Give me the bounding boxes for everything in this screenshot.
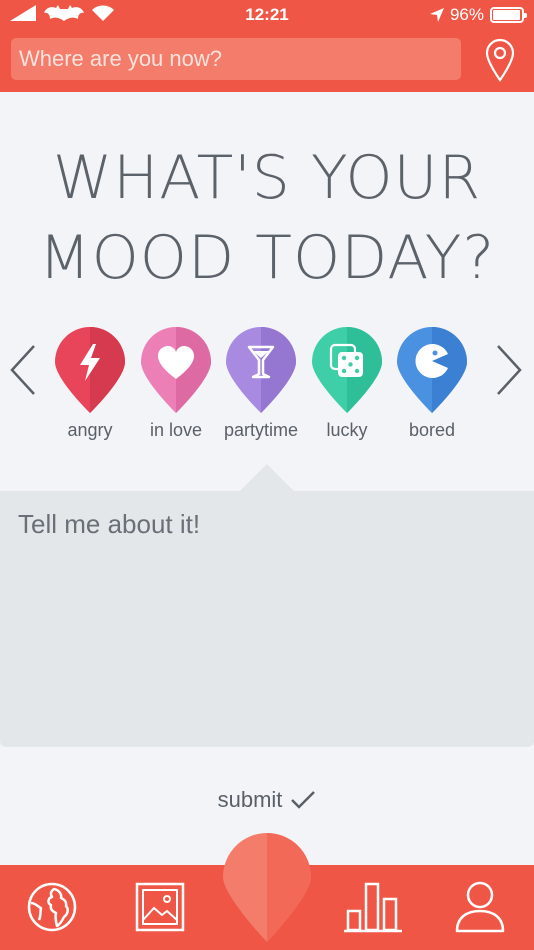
- status-right: 96%: [429, 5, 527, 25]
- mood-pin: [312, 327, 382, 413]
- mood-label: angry: [67, 420, 113, 440]
- mood-lucky[interactable]: lucky: [302, 327, 392, 447]
- next-moods-button[interactable]: [492, 340, 526, 400]
- mood-partytime[interactable]: partytime: [216, 327, 306, 447]
- textarea-pointer: [239, 464, 295, 492]
- mood-label: lucky: [326, 420, 368, 440]
- globe-icon: [27, 882, 77, 932]
- map-pin-icon: [485, 38, 515, 82]
- mood-note-textarea[interactable]: [0, 491, 534, 747]
- submit-button[interactable]: submit: [200, 782, 334, 818]
- mood-angry[interactable]: angry: [45, 327, 135, 447]
- bar-chart-icon: [344, 882, 402, 933]
- mood-label: bored: [408, 420, 456, 440]
- mood-label: in love: [149, 420, 203, 440]
- submit-label: submit: [217, 787, 283, 812]
- status-bar: 12:21 96%: [0, 0, 534, 30]
- mood-pin: [55, 327, 125, 413]
- mood-pin: [141, 327, 211, 413]
- mood-label: partytime: [223, 420, 299, 440]
- pin-icon: [223, 833, 311, 942]
- image-icon: [135, 882, 185, 932]
- nav-globe-button[interactable]: [26, 881, 78, 938]
- chevron-left-icon: [10, 345, 35, 395]
- battery-percent: 96%: [449, 5, 484, 24]
- page-title: WHAT'S YOUR MOOD TODAY?: [0, 138, 534, 298]
- user-icon: [455, 881, 505, 933]
- mood-pin: [226, 327, 296, 413]
- header: 12:21 96%: [0, 0, 534, 92]
- location-search-input[interactable]: [11, 38, 461, 80]
- previous-moods-button[interactable]: [6, 340, 40, 400]
- battery-icon: [490, 7, 527, 23]
- mood-pin: [397, 327, 467, 413]
- nav-checkin-button[interactable]: [222, 832, 312, 949]
- location-button[interactable]: [484, 38, 516, 82]
- mood-bored[interactable]: bored: [387, 327, 477, 447]
- title-line-2: MOOD TODAY?: [38, 223, 496, 293]
- chevron-right-icon: [497, 345, 522, 395]
- battery-fill: [493, 10, 520, 20]
- nav-stats-button[interactable]: [342, 881, 404, 938]
- nav-gallery-button[interactable]: [135, 882, 185, 937]
- checkmark-icon: [291, 791, 316, 809]
- location-arrow-icon: [429, 8, 444, 22]
- title-line-1: WHAT'S YOUR: [52, 143, 482, 213]
- nav-profile-button[interactable]: [454, 880, 506, 939]
- mood-in-love[interactable]: in love: [131, 327, 221, 447]
